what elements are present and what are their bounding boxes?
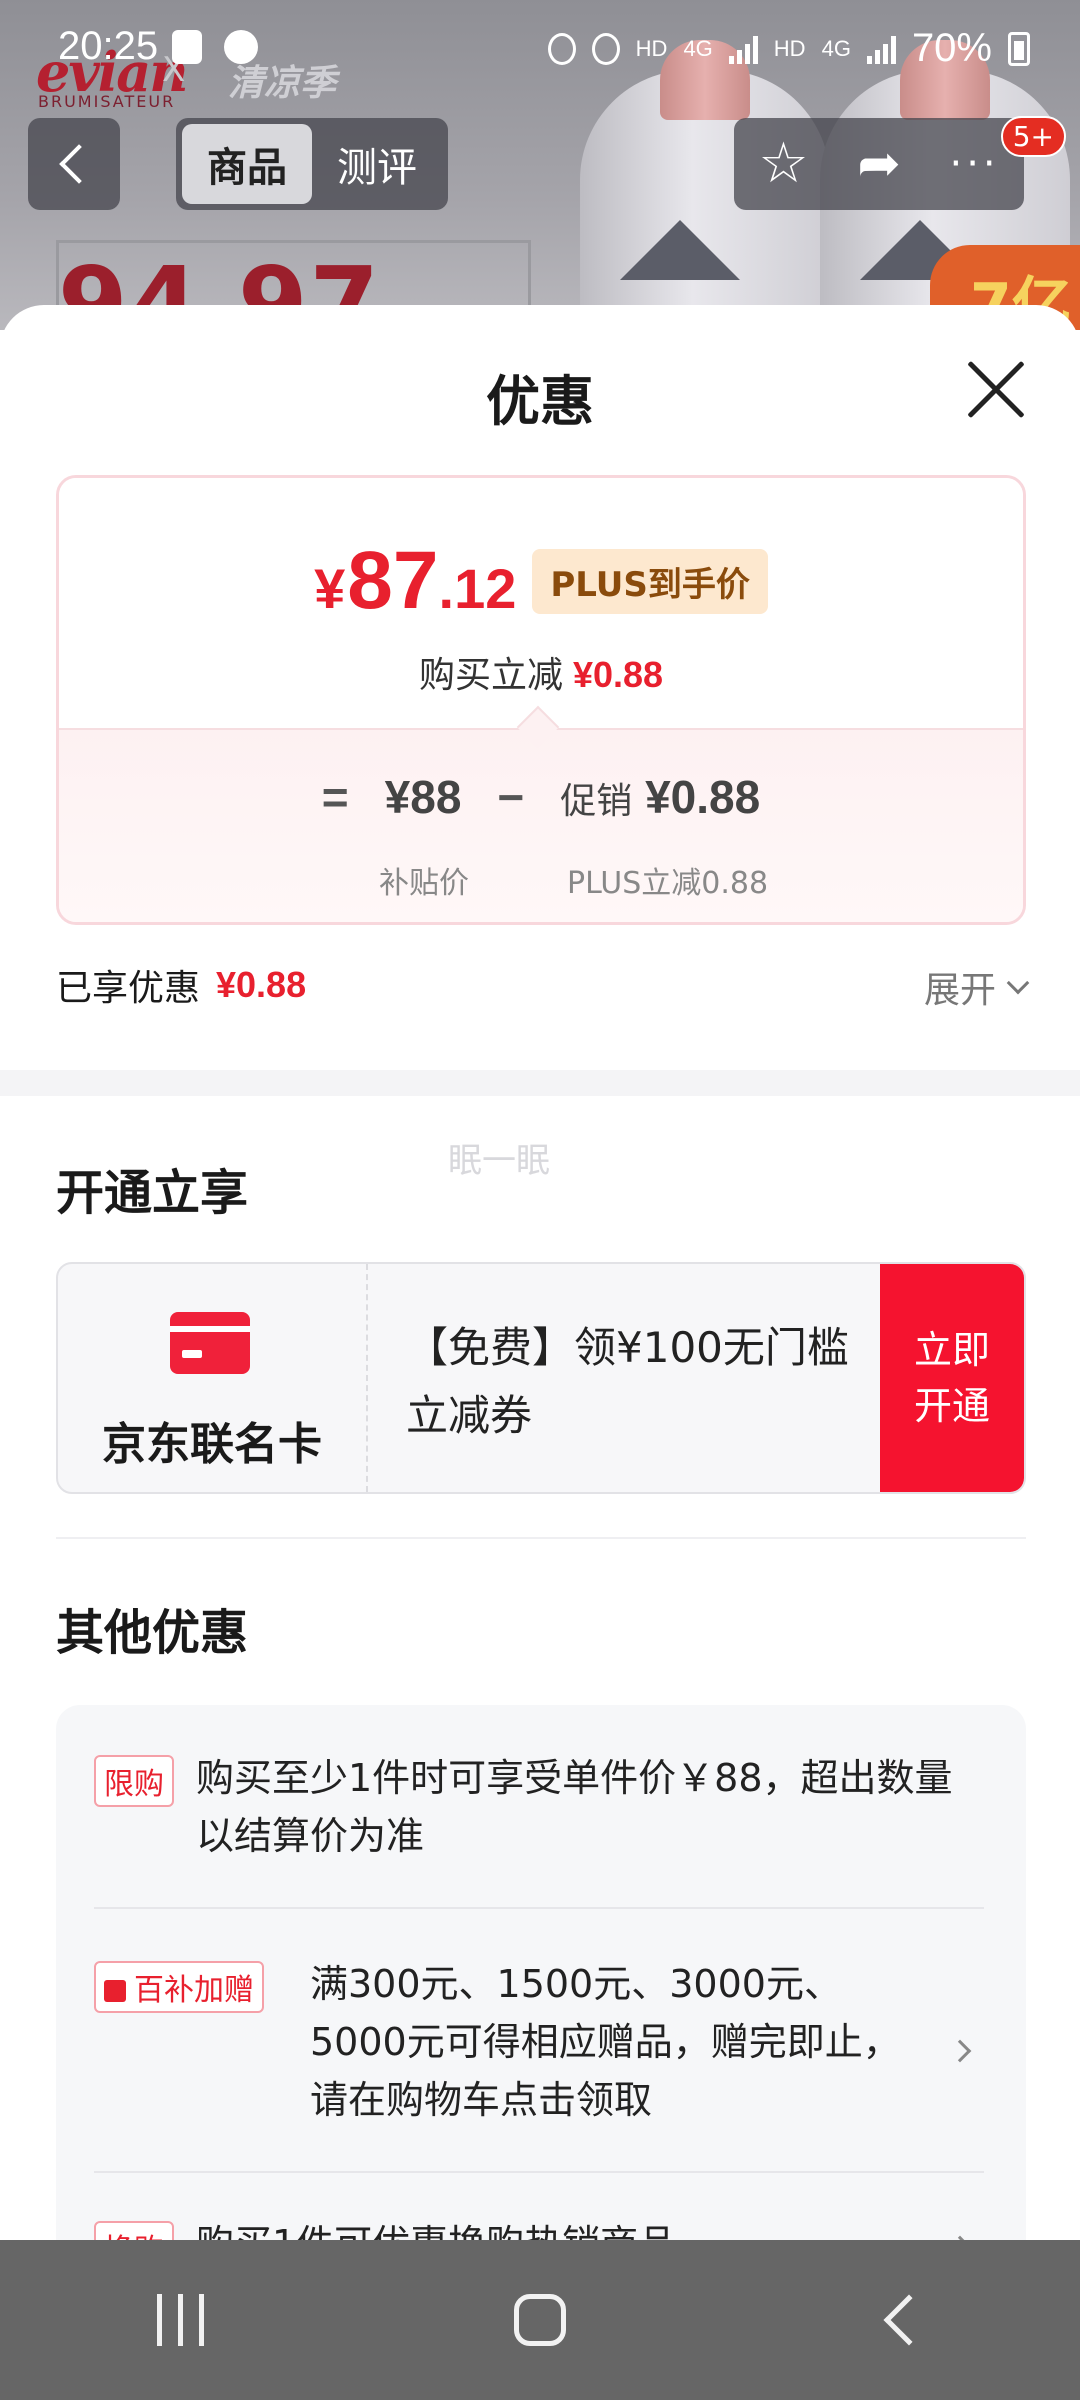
- system-nav-bar: [0, 2240, 1080, 2400]
- enjoyed-discount-row: 已享优惠 ¥0.88 展开: [56, 955, 1030, 1015]
- section-divider: [0, 1070, 1080, 1096]
- battery-saver-icon: [547, 32, 576, 65]
- product-page-background: evian BRUMISATEUR X 清凉季 94 97 7亿 20:25 H…: [0, 0, 1080, 330]
- promo-sub-label: PLUS立减0.88: [567, 866, 769, 901]
- price-breakdown-box: ¥ 87 .12 PLUS到手价 购买立减 ¥0.88 = ¥88 − 促销 ¥0…: [56, 475, 1026, 925]
- chevron-left-icon: [59, 144, 99, 184]
- notification-app-icon: [224, 30, 258, 64]
- instant-reduction: 购买立减 ¥0.88: [418, 654, 664, 696]
- share-icon[interactable]: ➦: [857, 138, 901, 190]
- system-back-button[interactable]: [840, 2260, 960, 2380]
- enjoyed-amount: ¥0.88: [216, 964, 307, 1005]
- signal-icon: [866, 34, 896, 64]
- battery-icon: [1008, 31, 1030, 66]
- hd-label: HD: [773, 35, 806, 61]
- co-brand-card-offer[interactable]: 京东联名卡 【免费】领¥100无门槛立减券 立即开通: [56, 1262, 1026, 1494]
- home-icon: [514, 2294, 566, 2346]
- close-button[interactable]: [964, 357, 1028, 421]
- card-name: 京东联名卡: [102, 1419, 322, 1470]
- promo-tag: 限购: [94, 1755, 174, 1807]
- alarm-icon: [591, 32, 620, 65]
- hd-label: HD: [635, 35, 668, 61]
- final-price: ¥ 87 .12: [314, 535, 517, 626]
- plus-price-tag: PLUS到手价: [532, 549, 768, 614]
- network-4g-label: 4G: [821, 35, 851, 61]
- notification-app-icon: [172, 30, 202, 64]
- network-4g-label: 4G: [683, 35, 713, 61]
- battery-percent: 70%: [911, 26, 992, 70]
- other-section-title: 其他优惠: [56, 1605, 249, 1661]
- chevron-right-icon: [948, 2039, 972, 2063]
- watermark: 眠一眠: [448, 1141, 550, 1181]
- more-icon[interactable]: ···: [950, 144, 1000, 184]
- recents-icon: [156, 2294, 204, 2346]
- promo-text: 购买1件可优惠换购热销商品: [196, 2215, 956, 2240]
- credit-card-icon: [170, 1312, 250, 1374]
- promo-amount: ¥0.88: [645, 771, 761, 823]
- home-button[interactable]: [480, 2260, 600, 2380]
- discount-sheet: 优惠 ¥ 87 .12 PLUS到手价 购买立减 ¥0.88 = ¥88 − 促…: [0, 305, 1080, 2240]
- back-button[interactable]: [28, 118, 120, 210]
- tab-product[interactable]: 商品: [182, 124, 312, 204]
- tab-review[interactable]: 测评: [312, 124, 442, 204]
- nav-actions: ☆ ➦ ···: [734, 118, 1024, 210]
- card-offer-text: 【免费】领¥100无门槛立减券: [406, 1323, 849, 1440]
- gift-icon: [104, 1980, 126, 2002]
- expand-button[interactable]: 展开: [924, 961, 1030, 1013]
- recents-button[interactable]: [120, 2260, 240, 2380]
- status-bar: 20:25 HD 4G HD 4G 70%: [0, 0, 1080, 100]
- promo-tag: 百补加赠: [94, 1961, 264, 2013]
- message-badge: 5+: [1000, 116, 1066, 157]
- promo-text: 购买至少1件时可享受单件价￥88，超出数量以结算价为准: [196, 1756, 953, 1858]
- subsidy-label: 补贴价: [379, 866, 469, 901]
- divider: [56, 1537, 1026, 1539]
- other-discounts-list: 限购 购买至少1件时可享受单件价￥88，超出数量以结算价为准 百补加赠 满300…: [56, 1705, 1026, 2240]
- chevron-down-icon: [1006, 971, 1030, 995]
- subsidy-price: ¥88: [384, 771, 462, 823]
- open-now-button[interactable]: 立即开通: [880, 1264, 1024, 1492]
- price-card: ¥ 87 .12 PLUS到手价 购买立减 ¥0.88 = ¥88 − 促销 ¥0…: [56, 475, 1030, 1225]
- star-icon[interactable]: ☆: [758, 136, 808, 192]
- back-icon: [883, 2294, 935, 2346]
- product-tabs: 商品 测评: [176, 118, 448, 210]
- promo-text: 满300元、1500元、3000元、5000元可得相应赠品，赠完即止，请在购物车…: [310, 1962, 901, 2122]
- status-time: 20:25: [58, 24, 159, 68]
- open-section-title: 开通立享: [56, 1165, 249, 1221]
- price-formula: = ¥88 − 促销 ¥0.88 补贴价 PLUS立减0.88: [59, 728, 1023, 922]
- sheet-title: 优惠: [486, 370, 594, 433]
- signal-icon: [728, 34, 758, 64]
- promo-tag: 换购: [94, 2221, 174, 2240]
